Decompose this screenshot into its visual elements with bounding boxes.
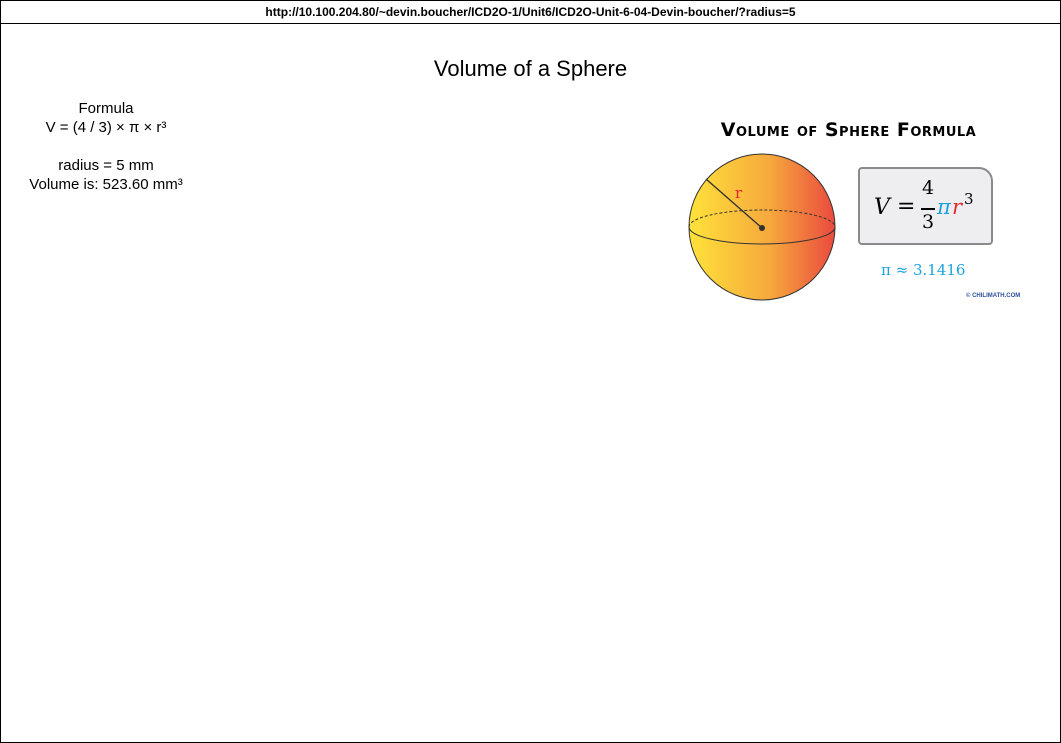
formula-text: V = (4 / 3) × π × r³ — [45, 119, 167, 136]
sphere-formula-image: Volume of Sphere Formula r V = 4 3 π r 3… — [676, 113, 1026, 313]
eq-denominator: 3 — [922, 211, 935, 233]
eq-volume-symbol: V — [874, 195, 890, 220]
image-credit: © CHILIMATH.COM — [966, 293, 1021, 299]
pi-approximation: π ≈ 3.1416 — [881, 261, 966, 279]
formula-heading: Formula — [78, 100, 134, 117]
result-panel: Formula V = (4 / 3) × π × r³ radius = 5 … — [11, 99, 201, 194]
eq-exponent: 3 — [964, 190, 974, 208]
radius-text: radius = 5 mm — [58, 157, 154, 174]
address-bar[interactable]: http://10.100.204.80/~devin.boucher/ICD2… — [1, 1, 1060, 24]
image-title: Volume of Sphere Formula — [720, 119, 977, 141]
eq-equals-sign: = — [897, 194, 916, 219]
sphere-diagram: r — [688, 153, 836, 301]
eq-pi-symbol: π — [937, 195, 951, 219]
center-point — [759, 225, 765, 231]
eq-numerator: 4 — [922, 177, 935, 199]
formula-box: V = 4 3 π r 3 — [858, 167, 993, 245]
page-title: Volume of a Sphere — [433, 56, 628, 81]
fraction-bar — [921, 208, 935, 210]
eq-r-symbol: r — [952, 195, 963, 219]
browser-window: http://10.100.204.80/~devin.boucher/ICD2… — [0, 0, 1061, 743]
url-text: http://10.100.204.80/~devin.boucher/ICD2… — [265, 5, 796, 19]
radius-label: r — [735, 184, 743, 202]
volume-text: Volume is: 523.60 mm³ — [29, 176, 183, 193]
